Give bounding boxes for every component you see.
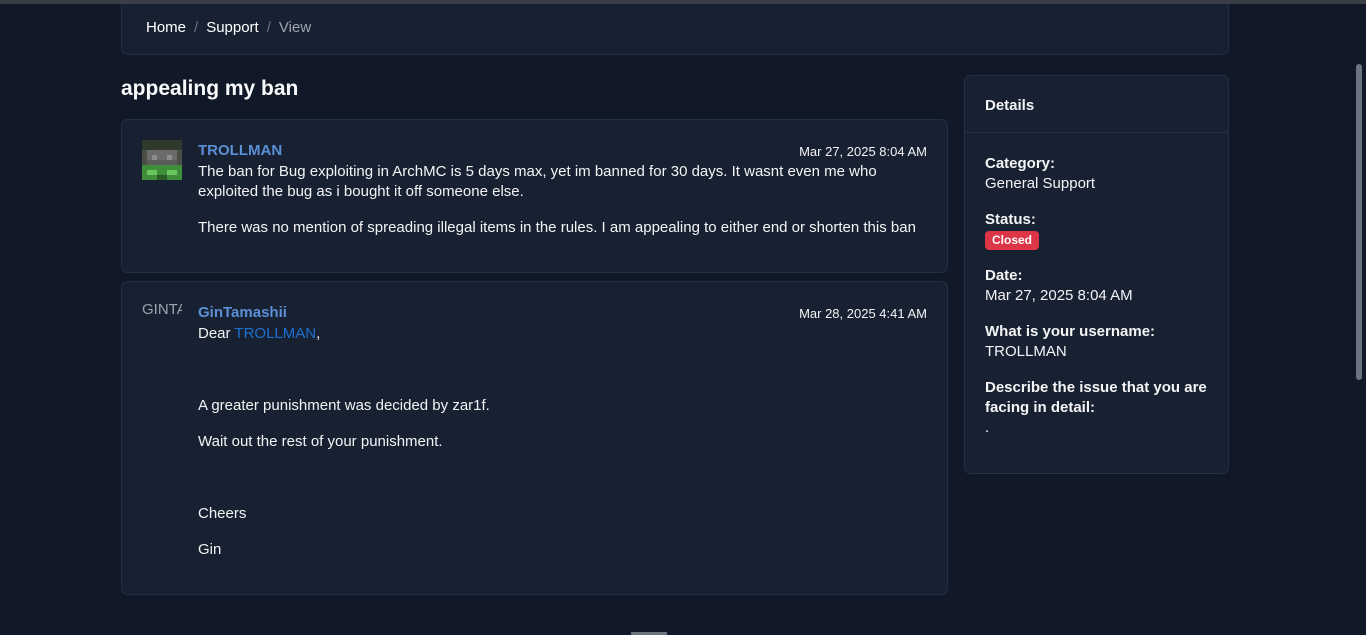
user-mention-link[interactable]: TROLLMAN xyxy=(234,325,316,342)
date-value: Mar 27, 2025 8:04 AM xyxy=(985,287,1133,304)
post-author-link[interactable]: TROLLMAN xyxy=(198,142,282,159)
post-paragraph: The ban for Bug exploiting in ArchMC is … xyxy=(198,163,877,200)
broken-avatar-image[interactable]: GINTAMASHII xyxy=(142,302,182,342)
greeting-prefix: Dear xyxy=(198,325,235,342)
breadcrumb-current: View xyxy=(278,19,312,36)
breadcrumb-separator: / xyxy=(266,19,271,36)
status-field: Status: Closed xyxy=(985,210,1210,250)
status-badge: Closed xyxy=(985,231,1040,250)
reply-greeting: Dear TROLLMAN, xyxy=(198,324,928,344)
status-label: Status: xyxy=(985,211,1036,228)
issue-label: Describe the issue that you are facing i… xyxy=(985,379,1207,416)
ticket-reply: GINTAMASHII GinTamashii Mar 28, 2025 4:4… xyxy=(121,281,948,595)
breadcrumb-support-link[interactable]: Support xyxy=(206,19,259,36)
issue-value: . xyxy=(985,419,990,436)
reply-signoff: Cheers xyxy=(198,505,247,522)
date-field: Date: Mar 27, 2025 8:04 AM xyxy=(985,266,1210,306)
reply-paragraph: Wait out the rest of your punishment. xyxy=(198,433,443,450)
post-date: Mar 27, 2025 8:04 AM xyxy=(799,144,927,159)
breadcrumb-separator: / xyxy=(194,19,199,36)
breadcrumb-home-link[interactable]: Home xyxy=(146,19,186,36)
category-label: Category: xyxy=(985,155,1056,172)
reply-signature: Gin xyxy=(198,541,222,558)
details-panel: Details Category: General Support Status… xyxy=(964,75,1229,474)
reply-paragraph: A greater punishment was decided by zar1… xyxy=(198,397,490,414)
post-body: The ban for Bug exploiting in ArchMC is … xyxy=(198,162,928,254)
username-label: What is your username: xyxy=(985,323,1156,340)
ticket-post: TROLLMAN Mar 27, 2025 8:04 AM The ban fo… xyxy=(121,119,948,273)
page-title: appealing my ban xyxy=(121,77,299,100)
date-label: Date: xyxy=(985,267,1023,284)
category-field: Category: General Support xyxy=(985,154,1210,194)
category-value: General Support xyxy=(985,175,1096,192)
issue-field: Describe the issue that you are facing i… xyxy=(985,378,1210,438)
breadcrumb: Home / Support / View xyxy=(121,4,1229,55)
details-header: Details xyxy=(965,76,1228,133)
reply-author-link[interactable]: GinTamashii xyxy=(198,304,287,321)
page-scrollbar[interactable] xyxy=(1356,64,1362,380)
reply-date: Mar 28, 2025 4:41 AM xyxy=(799,306,927,321)
username-value: TROLLMAN xyxy=(985,343,1067,360)
reply-body: Dear TROLLMAN, A greater punishment was … xyxy=(198,324,928,576)
greeting-suffix: , xyxy=(316,325,321,342)
username-field: What is your username: TROLLMAN xyxy=(985,322,1210,362)
minecraft-skin-avatar[interactable] xyxy=(142,140,182,180)
details-title: Details xyxy=(985,97,1035,114)
post-paragraph: There was no mention of spreading illega… xyxy=(198,219,916,236)
